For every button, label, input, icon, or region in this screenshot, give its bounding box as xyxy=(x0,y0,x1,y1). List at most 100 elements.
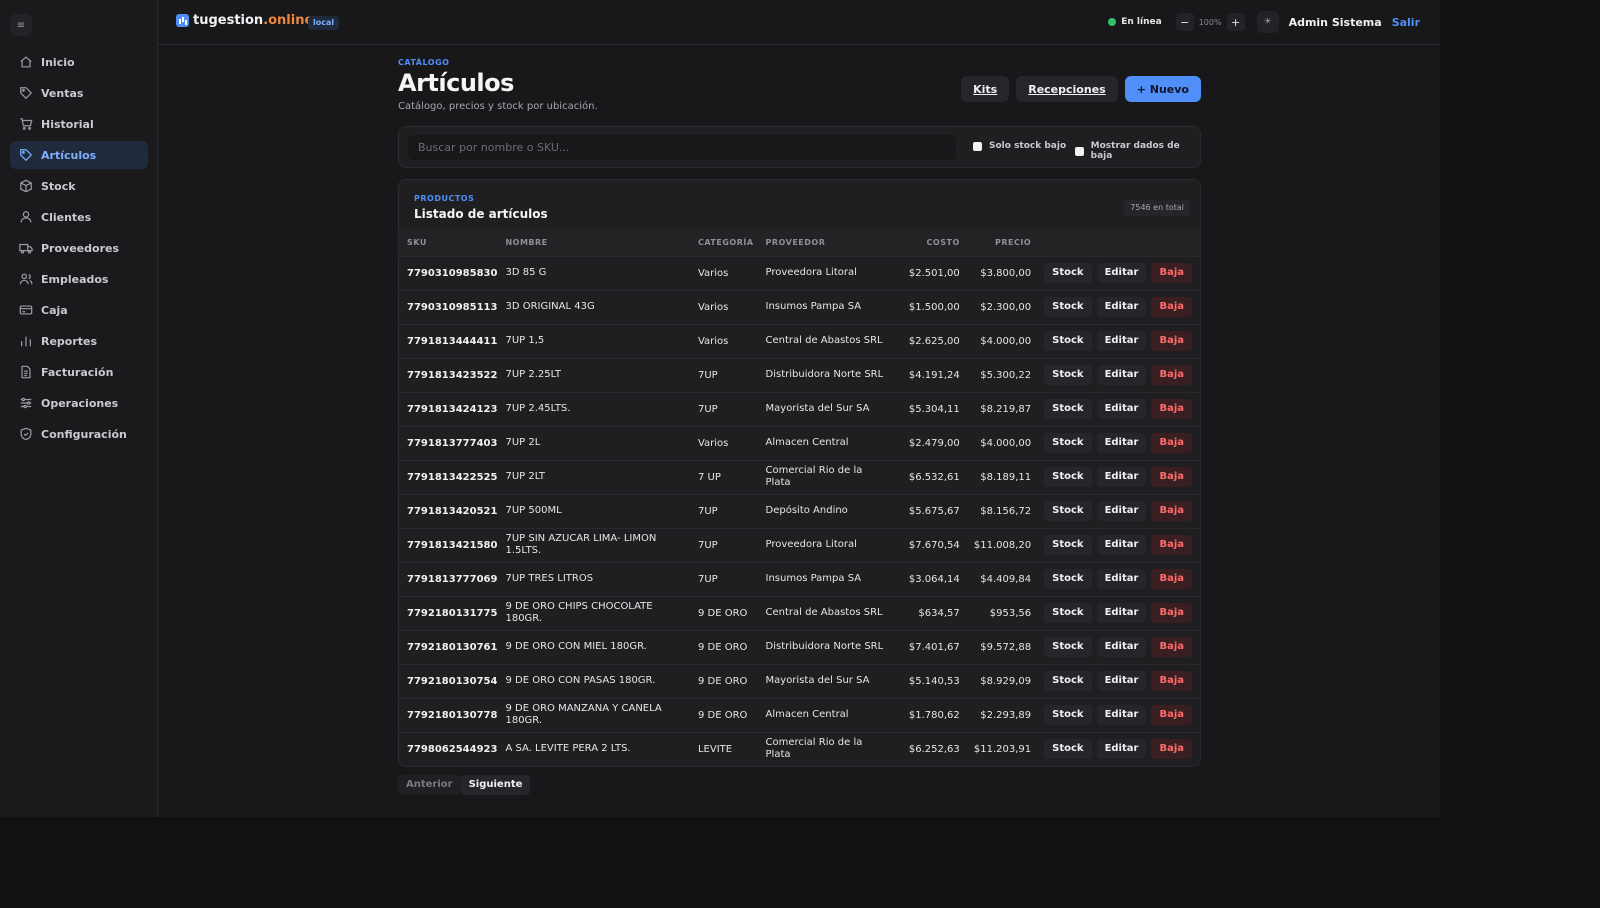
edit-button[interactable]: Editar xyxy=(1096,433,1147,453)
theme-toggle-button[interactable]: ☀ xyxy=(1256,11,1279,33)
stock-button[interactable]: Stock xyxy=(1044,263,1092,283)
menu-toggle-button[interactable]: ≡ xyxy=(10,14,32,36)
supplier-cell: Central de Abastos SRL xyxy=(765,607,883,618)
recepciones-button[interactable]: Recepciones xyxy=(1016,76,1118,102)
stock-button[interactable]: Stock xyxy=(1044,637,1092,657)
stock-button[interactable]: Stock xyxy=(1044,603,1092,623)
sidebar-item-label: Operaciones xyxy=(41,396,119,410)
edit-button[interactable]: Editar xyxy=(1096,739,1147,760)
edit-button[interactable]: Editar xyxy=(1096,263,1147,283)
table-row: 7791813444411 7UP 1,5 Varios Central de Aba… xyxy=(399,324,1200,358)
deactivate-button[interactable]: Baja xyxy=(1151,501,1192,521)
deactivate-button[interactable]: Baja xyxy=(1151,637,1192,657)
deactivate-button[interactable]: Baja xyxy=(1151,569,1192,589)
deactivate-button[interactable]: Baja xyxy=(1151,399,1192,419)
price-cell: $953,56 xyxy=(989,607,1032,619)
previous-page-button[interactable]: Anterior xyxy=(398,775,461,795)
column-header-precio[interactable]: PRECIO xyxy=(960,230,1031,256)
stock-button[interactable]: Stock xyxy=(1044,705,1092,725)
sidebar-item-facturacion[interactable]: Facturación xyxy=(10,358,148,386)
edit-button[interactable]: Editar xyxy=(1096,671,1147,691)
column-header-sku[interactable]: SKU xyxy=(399,230,497,256)
sidebar-item-ventas[interactable]: Ventas xyxy=(10,79,148,107)
edit-button[interactable]: Editar xyxy=(1096,535,1147,555)
supplier-cell: Proveedora Litoral xyxy=(765,539,857,550)
deactivate-button[interactable]: Baja xyxy=(1151,705,1192,725)
column-header-proveedor[interactable]: PROVEEDOR xyxy=(758,230,890,256)
stock-button[interactable]: Stock xyxy=(1044,365,1092,385)
sidebar-item-stock[interactable]: Stock xyxy=(10,172,148,200)
show-deleted-checkbox[interactable]: Mostrar dados de baja xyxy=(1075,141,1200,161)
cost-cell: $5.304,11 xyxy=(908,403,960,415)
category-cell: Varios xyxy=(697,301,729,313)
deactivate-button[interactable]: Baja xyxy=(1151,433,1192,453)
sidebar-item-historial[interactable]: Historial xyxy=(10,110,148,138)
edit-button[interactable]: Editar xyxy=(1096,365,1147,385)
deactivate-button[interactable]: Baja xyxy=(1151,739,1192,760)
column-header-actions xyxy=(1031,230,1200,256)
column-header-nombre[interactable]: NOMBRE xyxy=(497,230,690,256)
sidebar-item-inicio[interactable]: Inicio xyxy=(10,48,148,76)
deactivate-button[interactable]: Baja xyxy=(1151,297,1192,317)
table-card-header: PRODUCTOS Listado de artículos 7546 en t… xyxy=(399,180,1200,230)
stock-button[interactable]: Stock xyxy=(1044,297,1092,317)
price-cell: $8.156,72 xyxy=(980,505,1032,517)
supplier-cell: Mayorista del Sur SA xyxy=(765,403,870,414)
next-page-button[interactable]: Siguiente xyxy=(460,775,531,795)
stock-button[interactable]: Stock xyxy=(1044,569,1092,589)
edit-button[interactable]: Editar xyxy=(1096,637,1147,657)
stock-button[interactable]: Stock xyxy=(1044,739,1092,760)
price-cell: $11.203,91 xyxy=(973,743,1032,755)
column-header-costo[interactable]: COSTO xyxy=(889,230,960,256)
stock-button[interactable]: Stock xyxy=(1044,467,1092,487)
deactivate-button[interactable]: Baja xyxy=(1151,671,1192,691)
sidebar-item-empleados[interactable]: Empleados xyxy=(10,265,148,293)
sidebar: ≡ Inicio Ventas Historial Artículos Stock Cli… xyxy=(0,0,158,817)
edit-button[interactable]: Editar xyxy=(1096,705,1147,725)
zoom-in-button[interactable]: + xyxy=(1226,13,1245,31)
search-input[interactable] xyxy=(407,134,957,161)
stock-button[interactable]: Stock xyxy=(1044,535,1092,555)
deactivate-button[interactable]: Baja xyxy=(1151,467,1192,487)
edit-button[interactable]: Editar xyxy=(1096,331,1147,351)
sidebar-item-clientes[interactable]: Clientes xyxy=(10,203,148,231)
cost-cell: $7.670,54 xyxy=(908,539,960,551)
deactivate-button[interactable]: Baja xyxy=(1151,263,1192,283)
page-subtitle: Catálogo, precios y stock por ubicación. xyxy=(398,101,598,112)
sidebar-item-articulos[interactable]: Artículos xyxy=(10,141,148,169)
deactivate-button[interactable]: Baja xyxy=(1151,535,1192,555)
stock-button[interactable]: Stock xyxy=(1044,331,1092,351)
sidebar-item-operaciones[interactable]: Operaciones xyxy=(10,389,148,417)
deactivate-button[interactable]: Baja xyxy=(1151,365,1192,385)
row-actions: Stock Editar Baja xyxy=(1031,562,1200,596)
sidebar-item-reportes[interactable]: Reportes xyxy=(10,327,148,355)
new-article-button[interactable]: + Nuevo xyxy=(1124,76,1201,102)
logout-link[interactable]: Salir xyxy=(1392,16,1420,29)
tag-icon xyxy=(19,148,33,162)
stock-button[interactable]: Stock xyxy=(1044,433,1092,453)
category-cell: 7UP xyxy=(697,573,718,585)
tag-icon xyxy=(19,86,33,100)
edit-button[interactable]: Editar xyxy=(1096,399,1147,419)
edit-button[interactable]: Editar xyxy=(1096,569,1147,589)
stock-button[interactable]: Stock xyxy=(1044,671,1092,691)
sku-cell: 7791813422525 xyxy=(407,471,498,483)
edit-button[interactable]: Editar xyxy=(1096,501,1147,521)
deactivate-button[interactable]: Baja xyxy=(1151,331,1192,351)
deactivate-button[interactable]: Baja xyxy=(1151,603,1192,623)
sidebar-item-proveedores[interactable]: Proveedores xyxy=(10,234,148,262)
sidebar-item-configuracion[interactable]: Configuración xyxy=(10,420,148,448)
sku-cell: 7791813423522 xyxy=(407,369,498,381)
stock-button[interactable]: Stock xyxy=(1044,501,1092,521)
sidebar-item-caja[interactable]: Caja xyxy=(10,296,148,324)
brand-logo[interactable]: tugestion .online xyxy=(176,13,313,28)
edit-button[interactable]: Editar xyxy=(1096,297,1147,317)
page-eyebrow: CATÁLOGO xyxy=(398,58,450,67)
stock-button[interactable]: Stock xyxy=(1044,399,1092,419)
zoom-out-button[interactable]: − xyxy=(1175,13,1194,31)
column-header-categoria[interactable]: CATEGORÍA xyxy=(690,230,758,256)
kits-button[interactable]: Kits xyxy=(961,76,1010,102)
edit-button[interactable]: Editar xyxy=(1096,603,1147,623)
edit-button[interactable]: Editar xyxy=(1096,467,1147,487)
low-stock-checkbox[interactable]: Solo stock bajo xyxy=(973,141,1066,151)
